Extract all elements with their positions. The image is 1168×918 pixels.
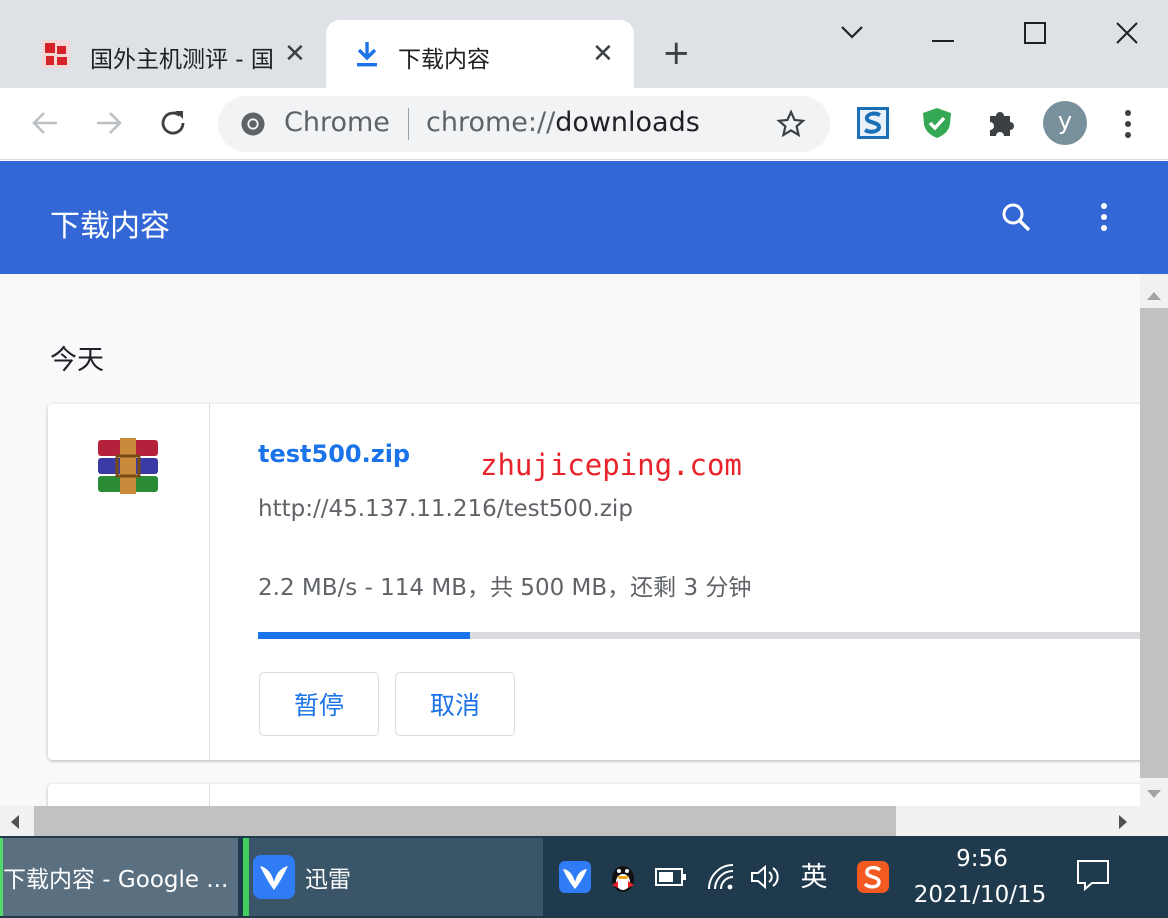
cancel-button[interactable]: 取消 bbox=[395, 672, 515, 736]
xunlei-bird-icon bbox=[253, 855, 295, 899]
watermark-text: zhujiceping.com bbox=[480, 448, 742, 482]
ime-language-indicator[interactable]: 英 bbox=[796, 857, 832, 893]
browser-menu-button[interactable] bbox=[1118, 108, 1138, 144]
horizontal-scrollbar[interactable] bbox=[0, 806, 1168, 836]
download-card-next bbox=[48, 784, 1140, 806]
downloads-menu-button[interactable] bbox=[1094, 201, 1114, 237]
address-bar[interactable]: Chrome chrome://downloads bbox=[218, 96, 830, 152]
shield-extension-icon[interactable] bbox=[920, 106, 954, 140]
search-icon bbox=[1002, 203, 1031, 232]
progress-fill bbox=[258, 632, 471, 639]
maximize-button[interactable] bbox=[1024, 22, 1046, 47]
site-favicon-icon bbox=[40, 38, 72, 70]
close-tab-button[interactable]: ✕ bbox=[592, 41, 614, 67]
forward-button[interactable] bbox=[94, 108, 124, 144]
scroll-left-arrow-icon[interactable] bbox=[10, 814, 20, 833]
site-chip-label: Chrome bbox=[284, 107, 390, 138]
minimize-button[interactable] bbox=[932, 30, 954, 46]
kebab-menu-icon bbox=[1101, 203, 1107, 231]
winrar-file-icon bbox=[96, 438, 160, 494]
wifi-icon[interactable] bbox=[704, 860, 738, 894]
tab-downloads[interactable]: 下载内容 ✕ bbox=[326, 20, 634, 88]
star-icon bbox=[776, 109, 806, 138]
url-text[interactable]: chrome://downloads bbox=[426, 107, 700, 138]
horizontal-scroll-thumb[interactable] bbox=[34, 806, 896, 836]
close-tab-button[interactable]: ✕ bbox=[284, 41, 306, 67]
back-button[interactable] bbox=[30, 108, 60, 144]
url-path: downloads bbox=[555, 107, 700, 138]
omnibox-divider bbox=[408, 108, 409, 140]
download-arrow-icon bbox=[354, 40, 380, 68]
downloads-list: 今天 test500.zip http://45.137.11.216/test… bbox=[0, 274, 1140, 806]
close-window-button[interactable] bbox=[1116, 22, 1138, 47]
chrome-logo-icon bbox=[240, 111, 266, 137]
url-scheme: chrome:// bbox=[426, 107, 556, 138]
new-tab-button[interactable]: + bbox=[662, 36, 691, 70]
scroll-right-arrow-icon[interactable] bbox=[1118, 814, 1128, 833]
file-name-link[interactable]: test500.zip bbox=[258, 440, 410, 468]
taskbar-xunlei-window[interactable]: 迅雷 bbox=[243, 838, 543, 916]
tab-search-dropdown-icon[interactable] bbox=[840, 24, 864, 43]
scroll-down-arrow-icon[interactable] bbox=[1147, 784, 1161, 803]
vertical-scroll-thumb[interactable] bbox=[1140, 308, 1168, 778]
taskbar-item-label: 下载内容 - Google ... bbox=[3, 867, 229, 893]
scroll-up-arrow-icon[interactable] bbox=[1147, 286, 1161, 305]
vertical-scrollbar[interactable] bbox=[1140, 274, 1168, 806]
sogou-icon[interactable] bbox=[856, 860, 890, 894]
windows-taskbar: 下载内容 - Google ... 迅雷 英 9:56 2021/10/15 bbox=[0, 836, 1168, 918]
back-arrow-icon bbox=[32, 112, 57, 134]
forward-arrow-icon bbox=[97, 112, 122, 134]
s-extension-icon[interactable] bbox=[856, 106, 890, 140]
tab-site[interactable]: 国外主机测评 - 国 ✕ bbox=[0, 20, 320, 88]
avatar-initial: y bbox=[1057, 107, 1073, 135]
battery-icon[interactable] bbox=[654, 860, 688, 894]
tab-strip: 国外主机测评 - 国 ✕ 下载内容 ✕ + bbox=[0, 0, 1168, 88]
page-title: 下载内容 bbox=[50, 209, 170, 244]
taskbar-clock-time[interactable]: 9:56 bbox=[912, 846, 1052, 872]
progress-bar bbox=[258, 632, 1140, 639]
downloads-header: 下载内容 bbox=[0, 161, 1168, 274]
browser-toolbar: Chrome chrome://downloads y bbox=[0, 88, 1168, 160]
search-downloads-button[interactable] bbox=[1000, 201, 1032, 237]
tab-title: 下载内容 bbox=[398, 47, 490, 73]
bookmark-star-button[interactable] bbox=[776, 109, 806, 146]
date-heading: 今天 bbox=[50, 345, 104, 376]
taskbar-clock-date[interactable]: 2021/10/15 bbox=[900, 882, 1060, 908]
xunlei-tray-icon[interactable] bbox=[558, 860, 592, 894]
pause-button[interactable]: 暂停 bbox=[259, 672, 379, 736]
extensions-button[interactable] bbox=[984, 106, 1018, 140]
source-url[interactable]: http://45.137.11.216/test500.zip bbox=[258, 496, 633, 522]
reload-button[interactable] bbox=[158, 108, 188, 144]
taskbar-item-label: 迅雷 bbox=[305, 867, 351, 893]
kebab-menu-icon bbox=[1125, 110, 1131, 138]
profile-avatar-button[interactable]: y bbox=[1043, 101, 1087, 145]
volume-icon[interactable] bbox=[748, 860, 782, 894]
reload-icon bbox=[161, 111, 185, 135]
card-divider bbox=[209, 784, 210, 806]
puzzle-icon bbox=[990, 112, 1014, 136]
tab-title: 国外主机测评 - 国 bbox=[90, 47, 274, 73]
download-status: 2.2 MB/s - 114 MB，共 500 MB，还剩 3 分钟 bbox=[258, 575, 752, 601]
card-divider bbox=[209, 404, 210, 760]
notification-icon[interactable] bbox=[1076, 858, 1110, 892]
qq-penguin-icon[interactable] bbox=[606, 860, 640, 894]
taskbar-chrome-window[interactable]: 下载内容 - Google ... bbox=[0, 838, 238, 916]
